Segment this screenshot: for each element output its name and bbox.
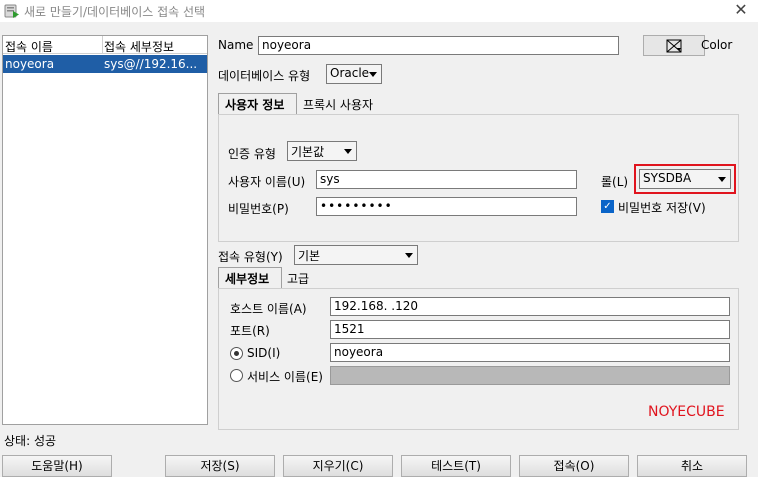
color-picker-button[interactable] bbox=[643, 35, 705, 56]
password-label: 비밀번호(P) bbox=[228, 202, 289, 216]
status-text: 상태: 성공 bbox=[4, 434, 57, 448]
save-button[interactable]: 저장(S) bbox=[165, 455, 275, 477]
connection-type-value: 기본 bbox=[298, 249, 321, 263]
service-name-input bbox=[330, 366, 730, 385]
role-label: 롤(L) bbox=[601, 175, 629, 189]
auth-type-value: 기본값 bbox=[291, 145, 325, 159]
tab-details[interactable]: 세부정보 bbox=[218, 267, 282, 288]
connection-type-select[interactable]: 기본 bbox=[294, 245, 418, 265]
cancel-button[interactable]: 취소 bbox=[637, 455, 747, 477]
column-header-details[interactable]: 접속 세부정보 bbox=[104, 38, 174, 55]
port-input[interactable]: 1521 bbox=[330, 320, 730, 339]
password-input[interactable]: ••••••••• bbox=[316, 197, 577, 216]
service-name-radio[interactable] bbox=[230, 369, 243, 382]
column-header-name[interactable]: 접속 이름 bbox=[5, 38, 53, 55]
tab-advanced[interactable]: 고급 bbox=[284, 267, 312, 288]
connection-list[interactable]: 접속 이름 접속 세부정보 noyeora sys@//192.16... bbox=[2, 35, 208, 425]
sid-radio[interactable] bbox=[230, 347, 243, 360]
test-button[interactable]: 테스트(T) bbox=[401, 455, 511, 477]
name-input[interactable]: noyeora bbox=[258, 36, 619, 55]
table-row[interactable]: noyeora sys@//192.16... bbox=[3, 55, 207, 73]
color-swatch-icon bbox=[666, 39, 682, 53]
username-label: 사용자 이름(U) bbox=[228, 175, 306, 189]
watermark-text: NOYECUBE bbox=[648, 404, 725, 420]
tab-proxy-user[interactable]: 프록시 사용자 bbox=[300, 93, 376, 114]
name-label: Name bbox=[218, 38, 254, 52]
role-value: SYSDBA bbox=[643, 171, 692, 185]
database-type-label: 데이터베이스 유형 bbox=[218, 69, 311, 83]
role-select[interactable]: SYSDBA bbox=[639, 169, 731, 189]
window-title: 새로 만들기/데이터베이스 접속 선택 bbox=[24, 5, 206, 19]
save-password-label: 비밀번호 저장(V) bbox=[618, 201, 706, 215]
color-label: Color bbox=[701, 38, 733, 52]
column-divider[interactable] bbox=[102, 36, 103, 54]
port-label: 포트(R) bbox=[230, 324, 270, 338]
save-password-checkbox[interactable]: ✓ bbox=[601, 200, 614, 213]
connection-name-cell: noyeora bbox=[5, 57, 55, 71]
chevron-down-icon bbox=[405, 253, 413, 258]
database-type-select[interactable]: Oracle bbox=[326, 64, 382, 84]
clear-button[interactable]: 지우기(C) bbox=[283, 455, 393, 477]
chevron-down-icon bbox=[369, 72, 377, 77]
connection-details-cell: sys@//192.16... bbox=[104, 57, 198, 71]
auth-type-select[interactable]: 기본값 bbox=[287, 141, 357, 161]
auth-type-label: 인증 유형 bbox=[228, 147, 276, 161]
connect-button[interactable]: 접속(O) bbox=[519, 455, 629, 477]
database-connect-icon bbox=[4, 3, 20, 19]
help-button[interactable]: 도움말(H) bbox=[2, 455, 112, 477]
service-name-label: 서비스 이름(E) bbox=[247, 370, 323, 384]
list-header: 접속 이름 접속 세부정보 bbox=[3, 36, 207, 54]
sid-input[interactable]: noyeora bbox=[330, 343, 730, 362]
tab-user-info[interactable]: 사용자 정보 bbox=[218, 93, 297, 114]
database-type-value: Oracle bbox=[330, 66, 370, 80]
connection-type-label: 접속 유형(Y) bbox=[218, 250, 283, 264]
close-icon[interactable]: ✕ bbox=[733, 2, 749, 18]
chevron-down-icon bbox=[344, 149, 352, 154]
host-label: 호스트 이름(A) bbox=[230, 302, 307, 316]
sid-label: SID(I) bbox=[247, 346, 281, 360]
chevron-down-icon bbox=[718, 177, 726, 182]
username-input[interactable]: sys bbox=[316, 170, 577, 189]
title-bar: 새로 만들기/데이터베이스 접속 선택 ✕ bbox=[0, 0, 758, 22]
host-input[interactable]: 192.168. .120 bbox=[330, 297, 730, 316]
